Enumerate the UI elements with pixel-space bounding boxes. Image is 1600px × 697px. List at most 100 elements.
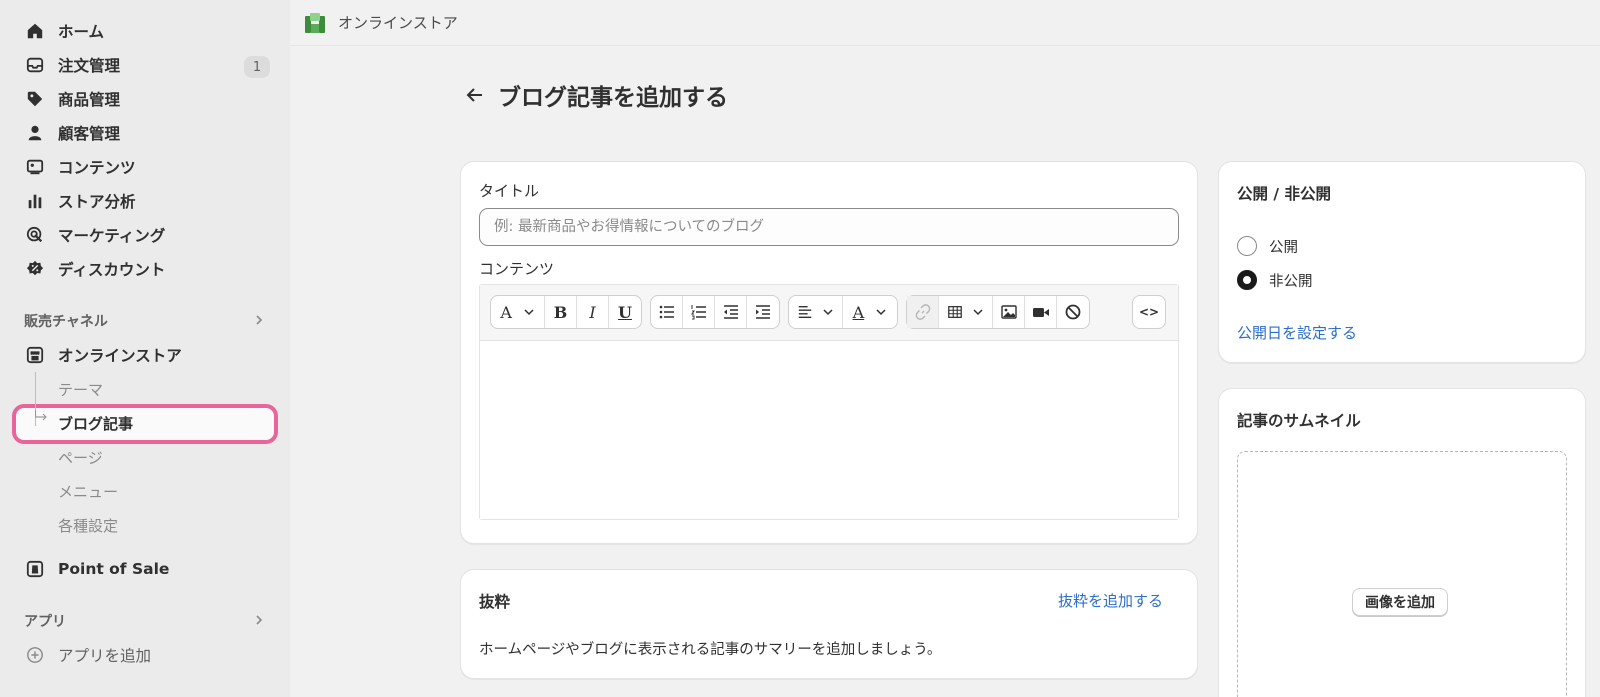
indent-button[interactable] xyxy=(747,296,779,328)
sidebar-item-label: 顧客管理 xyxy=(58,125,121,143)
person-icon xyxy=(28,125,42,141)
sidebar-item-marketing[interactable]: マーケティング xyxy=(0,218,290,252)
home-icon xyxy=(27,23,43,39)
pos-bag-icon xyxy=(26,560,44,578)
set-publish-date-link[interactable]: 公開日を設定する xyxy=(1237,322,1357,343)
visible-radio-label: 公開 xyxy=(1269,240,1298,256)
thumbnail-card: 記事のサムネイル 画像を追加 xyxy=(1218,388,1586,697)
italic-label: I xyxy=(589,302,596,322)
align-dropdown[interactable] xyxy=(789,296,843,328)
bullet-list-icon xyxy=(659,305,674,319)
top-bar: オンラインストア xyxy=(290,0,1600,46)
sidebar-item-label: ストア分析 xyxy=(58,193,136,211)
chevron-down-icon xyxy=(973,309,983,316)
sidebar-item-discounts[interactable]: ディスカウント xyxy=(0,252,290,286)
rich-text-editor: A B I U A <> xyxy=(479,284,1179,520)
hidden-radio[interactable] xyxy=(1237,270,1257,290)
sidebar-item-home[interactable]: ホーム xyxy=(0,14,290,48)
page-title: ブログ記事を追加する xyxy=(498,85,728,111)
editor-content-area[interactable] xyxy=(480,341,1178,519)
sidebar-item-label: コンテンツ xyxy=(58,159,136,177)
bold-label: B xyxy=(553,302,568,322)
text-format-group: A B I U xyxy=(490,295,642,329)
align-color-group: A xyxy=(788,295,898,329)
sidebar-item-products[interactable]: 商品管理 xyxy=(0,82,290,116)
sidebar-item-analytics[interactable]: ストア分析 xyxy=(0,184,290,218)
inbox-icon xyxy=(26,57,44,73)
show-html-button[interactable]: <> xyxy=(1133,296,1165,328)
target-icon xyxy=(26,226,43,243)
visibility-card: 公開 / 非公開 公開 非公開 公開日を設定する xyxy=(1218,161,1586,363)
video-camera-icon xyxy=(1032,308,1049,317)
content-icon xyxy=(26,159,44,175)
sidebar-item-label: アプリを追加 xyxy=(58,647,152,665)
insert-video-button[interactable] xyxy=(1025,296,1057,328)
sidebar-item-point-of-sale[interactable]: Point of Sale xyxy=(0,552,290,586)
sidebar-sub-item-label: メニュー xyxy=(58,482,119,501)
align-left-icon xyxy=(799,305,812,319)
sidebar-item-label: 商品管理 xyxy=(58,91,121,109)
image-dropzone[interactable]: 画像を追加 xyxy=(1237,451,1567,697)
numbered-list-button[interactable] xyxy=(683,296,715,328)
list-group xyxy=(650,295,780,329)
chevron-down-icon xyxy=(823,309,833,316)
table-dropdown[interactable] xyxy=(939,296,993,328)
link-button[interactable] xyxy=(907,296,939,328)
html-source-label: <> xyxy=(1138,305,1160,319)
source-group: <> xyxy=(1132,295,1166,329)
sidebar-item-label: Point of Sale xyxy=(58,560,170,578)
sidebar-sub-item-label: テーマ xyxy=(58,380,104,399)
sidebar-sub-item-blog-posts[interactable]: ブログ記事 xyxy=(0,406,290,440)
table-icon xyxy=(948,306,963,318)
block-icon xyxy=(1065,304,1081,320)
font-style-dropdown[interactable]: A xyxy=(491,296,545,328)
visibility-title: 公開 / 非公開 xyxy=(1237,185,1331,203)
outdent-button[interactable] xyxy=(715,296,747,328)
apps-header[interactable]: アプリ xyxy=(0,604,290,638)
bullet-list-button[interactable] xyxy=(651,296,683,328)
clear-format-button[interactable] xyxy=(1057,296,1089,328)
text-color-label: A xyxy=(852,302,865,322)
numbered-list-icon xyxy=(690,305,706,320)
add-image-button[interactable]: 画像を追加 xyxy=(1352,588,1448,616)
sidebar-item-add-app[interactable]: アプリを追加 xyxy=(0,638,290,672)
chevron-down-icon xyxy=(876,309,886,316)
sidebar-item-label: ディスカウント xyxy=(58,261,166,279)
blog-editor-card: タイトル コンテンツ A B I U A xyxy=(460,161,1198,544)
content-label: コンテンツ xyxy=(479,260,555,278)
visible-radio[interactable] xyxy=(1237,236,1257,256)
excerpt-card: 抜粋 抜粋を追加する ホームページやブログに表示される記事のサマリーを追加しまし… xyxy=(460,569,1198,679)
sidebar-sub-item-settings[interactable]: 各種設定 xyxy=(0,508,290,542)
bar-chart-icon xyxy=(28,194,42,209)
sidebar-item-online-store[interactable]: オンラインストア xyxy=(0,338,290,372)
sidebar-sub-item-label: ブログ記事 xyxy=(58,414,134,433)
orders-count-badge: 1 xyxy=(244,56,270,78)
font-style-label: A xyxy=(500,302,512,322)
discount-icon xyxy=(26,260,44,276)
title-input[interactable] xyxy=(479,208,1179,246)
chevron-right-icon xyxy=(256,615,263,625)
image-icon xyxy=(1000,305,1017,319)
underline-button[interactable]: U xyxy=(609,296,641,328)
topbar-store-label: オンラインストア xyxy=(338,14,458,32)
indent-icon xyxy=(756,305,770,319)
store-icon xyxy=(26,346,44,364)
excerpt-title: 抜粋 xyxy=(479,593,511,611)
thumbnail-title: 記事のサムネイル xyxy=(1237,412,1361,430)
bold-button[interactable]: B xyxy=(545,296,577,328)
insert-image-button[interactable] xyxy=(993,296,1025,328)
plus-circle-icon xyxy=(27,647,43,663)
italic-button[interactable]: I xyxy=(577,296,609,328)
title-label: タイトル xyxy=(479,182,540,200)
sidebar-sub-item-themes[interactable]: テーマ xyxy=(0,372,290,406)
sidebar-item-customers[interactable]: 顧客管理 xyxy=(0,116,290,150)
sidebar-item-orders[interactable]: 注文管理 1 xyxy=(0,48,290,82)
sidebar-sub-item-pages[interactable]: ページ xyxy=(0,440,290,474)
sales-channels-title: 販売チャネル xyxy=(24,314,108,330)
sales-channels-header[interactable]: 販売チャネル xyxy=(0,304,290,338)
sidebar-item-content[interactable]: コンテンツ xyxy=(0,150,290,184)
text-color-dropdown[interactable]: A xyxy=(843,296,897,328)
sidebar-sub-item-menus[interactable]: メニュー xyxy=(0,474,290,508)
add-excerpt-link[interactable]: 抜粋を追加する xyxy=(1058,590,1163,611)
back-arrow-icon[interactable] xyxy=(464,84,486,106)
